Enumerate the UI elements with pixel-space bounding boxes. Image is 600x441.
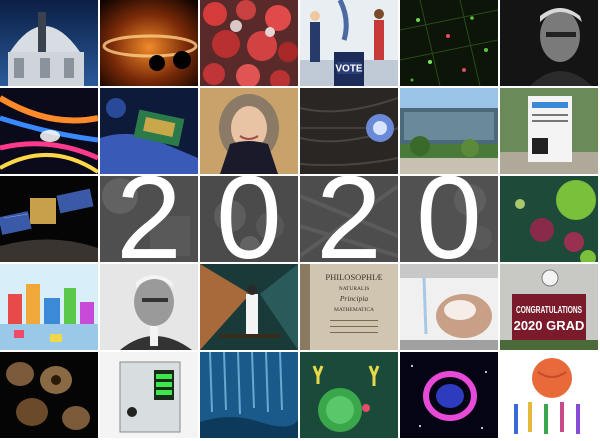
virus-antibodies-image	[300, 352, 398, 438]
tile-campus-sign	[500, 88, 598, 174]
tile-brown-blobs	[0, 352, 98, 438]
tile-coral-reef	[200, 352, 298, 438]
graduation-sign-image: CONGRATULATIONS 2020 GRAD	[500, 264, 598, 350]
tile-satellite	[0, 176, 98, 262]
tile-graduation-sign: CONGRATULATIONS 2020 GRAD	[500, 264, 598, 350]
portrait-older-man-image	[100, 264, 198, 350]
year-digit-1: 2	[116, 152, 182, 284]
tile-coronavirus	[200, 0, 298, 86]
book-title-line3: Principia	[339, 294, 369, 303]
book-title-line2: NATURALIS	[339, 286, 370, 292]
year-digit-3: 2	[316, 152, 382, 284]
book-title-line1: PHILOSOPHIÆ	[325, 272, 383, 282]
satellite-image	[0, 176, 98, 262]
tile-observatory-dome	[0, 0, 98, 86]
tile-hand-washing	[400, 264, 498, 350]
tile-lab-equipment	[100, 352, 198, 438]
tile-light-streaks	[0, 88, 98, 174]
tile-green-virus	[500, 176, 598, 262]
year-digit-2: 0	[216, 152, 282, 284]
lab-equipment-image	[100, 352, 198, 438]
tile-nebula	[400, 352, 498, 438]
neuron-micrograph	[400, 0, 498, 86]
voting-illustration: VOTE	[300, 0, 398, 86]
tile-neurons	[400, 0, 498, 86]
vote-label: VOTE	[335, 64, 363, 75]
observatory-dome-image	[0, 0, 98, 86]
tile-virus-antibodies	[300, 352, 398, 438]
grad-sign-top-text: CONGRATULATIONS	[516, 305, 582, 316]
black-hole-image	[100, 0, 198, 86]
brown-blob-image	[0, 352, 98, 438]
city-illustration-image	[0, 264, 98, 350]
tile-lab-illustration	[200, 264, 298, 350]
coral-reef-image	[200, 352, 298, 438]
book-title-line4: MATHEMATICA	[334, 307, 374, 313]
tile-portrait-man	[500, 0, 598, 86]
portrait-man-image	[500, 0, 598, 86]
coronavirus-image	[200, 0, 298, 86]
tile-people-globe	[500, 352, 598, 438]
tile-voting: VOTE	[300, 0, 398, 86]
campus-sign-image	[500, 88, 598, 174]
people-globe-illustration	[500, 352, 598, 438]
tile-principia: PHILOSOPHIÆ NATURALIS Principia MATHEMAT…	[300, 264, 398, 350]
grad-sign-bottom-text: 2020 GRAD	[514, 318, 585, 333]
green-virus-image	[500, 176, 598, 262]
tile-black-hole	[100, 0, 198, 86]
lab-illustration-image	[200, 264, 298, 350]
principia-book-image: PHILOSOPHIÆ NATURALIS Principia MATHEMAT…	[300, 264, 398, 350]
photo-collage: VOTE 2 0 2 0 PHILOSOPHIÆ NATURALIS Princ…	[0, 0, 600, 441]
light-streaks-image	[0, 88, 98, 174]
hand-washing-image	[400, 264, 498, 350]
tile-city-illustration	[0, 264, 98, 350]
year-digit-4: 0	[416, 152, 482, 284]
nebula-ring-image	[400, 352, 498, 438]
tile-portrait-older-man	[100, 264, 198, 350]
